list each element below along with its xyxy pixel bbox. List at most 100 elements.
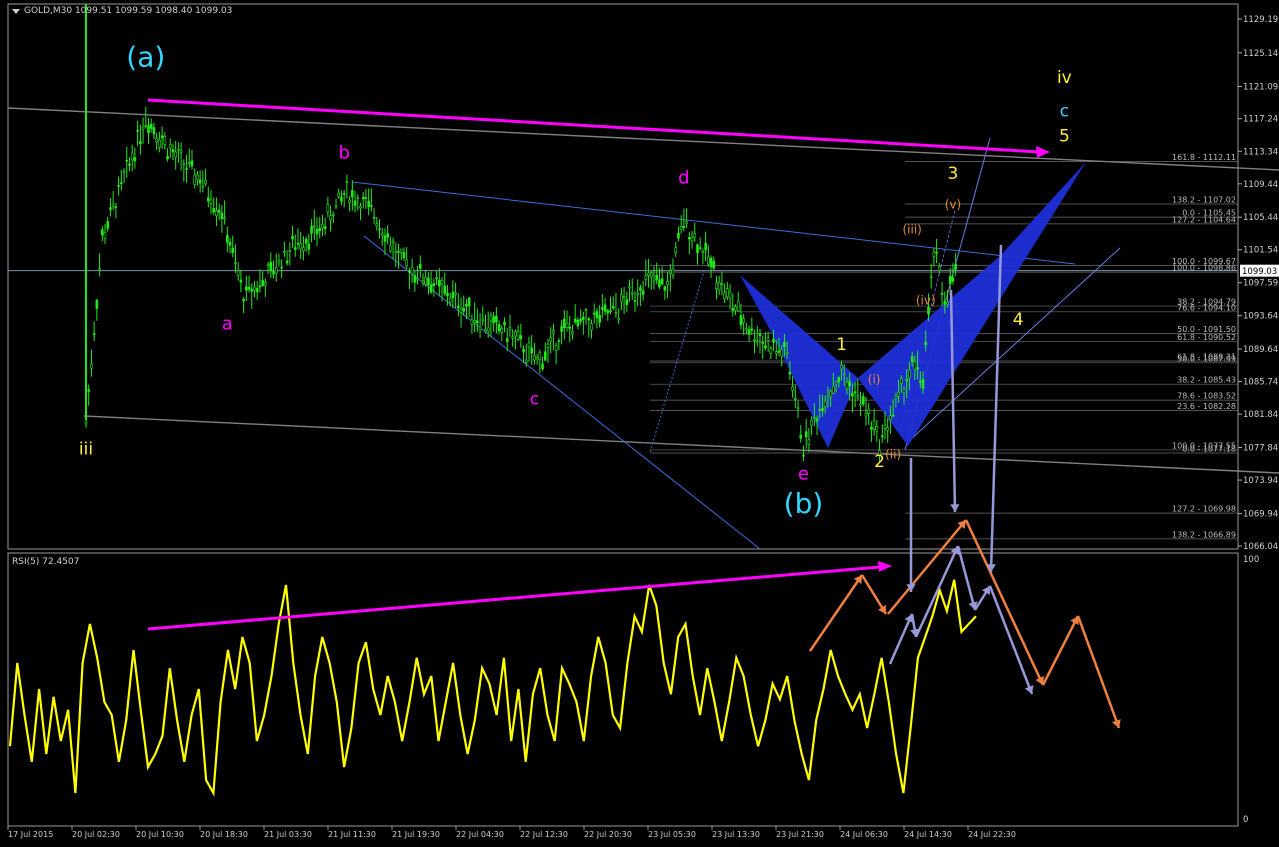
candle-body	[109, 207, 112, 210]
candle-body	[552, 329, 555, 334]
candle-body	[435, 277, 438, 280]
candle-body	[296, 243, 300, 245]
candle-body	[576, 319, 580, 327]
wave-label: c	[1060, 102, 1069, 122]
candle-body	[476, 320, 479, 324]
candle-body	[342, 193, 346, 195]
candle-body	[766, 337, 770, 341]
candle-body	[239, 279, 243, 283]
candle-body	[340, 197, 343, 202]
candle-body	[280, 266, 283, 269]
candle-body	[413, 275, 417, 283]
time-tick-label: 17 Jul 2015	[8, 830, 53, 839]
candle-body	[647, 272, 650, 276]
candle-body	[462, 308, 466, 312]
fib-level-label: 76.6 - 1094.10	[1177, 303, 1236, 312]
candle-body	[101, 229, 104, 236]
candle-body	[174, 151, 177, 158]
price-tick-label: 1066.04	[1243, 542, 1278, 552]
candle-body	[95, 299, 99, 309]
candle-body	[755, 340, 759, 343]
chart-menu-icon[interactable]	[12, 9, 20, 14]
wave-label: 4	[1013, 310, 1024, 330]
candle-body	[386, 233, 389, 238]
candle-body	[910, 356, 914, 362]
wave-label: (a)	[126, 40, 165, 73]
candle-body	[823, 400, 827, 407]
candle-body	[503, 321, 506, 326]
candle-body	[139, 141, 142, 145]
chart-canvas: 161.8 - 1112.11138.2 - 1107.020.0 - 1105…	[0, 0, 1279, 847]
candle-body	[272, 271, 275, 275]
candle-body	[783, 341, 786, 348]
candle-body	[856, 395, 860, 398]
candle-body	[698, 247, 702, 249]
wave-label: iii	[79, 440, 93, 460]
candle-body	[671, 268, 675, 276]
candle-body	[761, 342, 764, 344]
candle-body	[734, 306, 737, 311]
candle-body	[508, 327, 512, 330]
price-tick-label: 1109.44	[1243, 180, 1278, 190]
candle-body	[321, 224, 324, 229]
candle-body	[742, 318, 745, 323]
candle-body	[658, 279, 661, 288]
wave-label: (v)	[945, 197, 961, 211]
candle-body	[190, 160, 194, 167]
candle-body	[533, 355, 536, 361]
wave-label: e	[798, 464, 809, 485]
price-tick-label: 1069.94	[1243, 509, 1278, 519]
candle-body	[149, 123, 153, 129]
candle-body	[345, 181, 349, 183]
candle-body	[916, 367, 919, 370]
wave-label: 1	[836, 335, 847, 355]
candle-body	[731, 307, 735, 311]
candle-body	[538, 352, 542, 360]
candle-body	[595, 311, 599, 319]
wave-label: 2	[874, 452, 885, 472]
candle-body	[399, 248, 403, 253]
candle-body	[688, 237, 691, 240]
candle-body	[250, 288, 254, 292]
candle-body	[253, 286, 256, 291]
candle-body	[122, 170, 126, 173]
candle-body	[206, 197, 210, 202]
candle-body	[437, 279, 441, 287]
price-tick-label: 1117.24	[1243, 115, 1278, 125]
candle-body	[231, 247, 235, 253]
candle-body	[815, 418, 819, 422]
fib-level-label: 161.8 - 1112.11	[1172, 153, 1236, 162]
candle-body	[424, 277, 428, 285]
time-tick-label: 23 Jul 21:30	[776, 830, 824, 839]
wave-label: (i)	[868, 373, 881, 387]
candle-body	[712, 260, 716, 269]
candle-body	[818, 409, 822, 411]
wave-label: 5	[1059, 127, 1070, 147]
candle-body	[228, 242, 232, 246]
price-tick-label: 1101.54	[1243, 246, 1278, 256]
price-tick-label: 1097.59	[1243, 279, 1278, 289]
candle-body	[245, 286, 248, 291]
time-tick-label: 22 Jul 04:30	[456, 830, 504, 839]
candle-body	[212, 208, 216, 213]
candle-body	[274, 267, 278, 274]
candle-body	[334, 205, 338, 208]
candle-body	[829, 390, 832, 398]
time-tick-label: 21 Jul 11:30	[328, 830, 376, 839]
candle-body	[802, 454, 805, 457]
candle-body	[397, 250, 400, 253]
candle-body	[908, 369, 911, 379]
candle-body	[277, 260, 281, 263]
candle-body	[582, 316, 585, 320]
candle-body	[348, 199, 351, 203]
candle-body	[628, 286, 631, 289]
candle-body	[644, 275, 648, 280]
candle-body	[614, 312, 618, 315]
fib-level-label: 78.6 - 1083.52	[1177, 392, 1236, 401]
candle-body	[804, 431, 808, 438]
candle-body	[861, 396, 865, 405]
candle-body	[264, 281, 267, 286]
candle-body	[440, 280, 444, 285]
candle-body	[128, 163, 131, 166]
candle-body	[258, 285, 262, 288]
